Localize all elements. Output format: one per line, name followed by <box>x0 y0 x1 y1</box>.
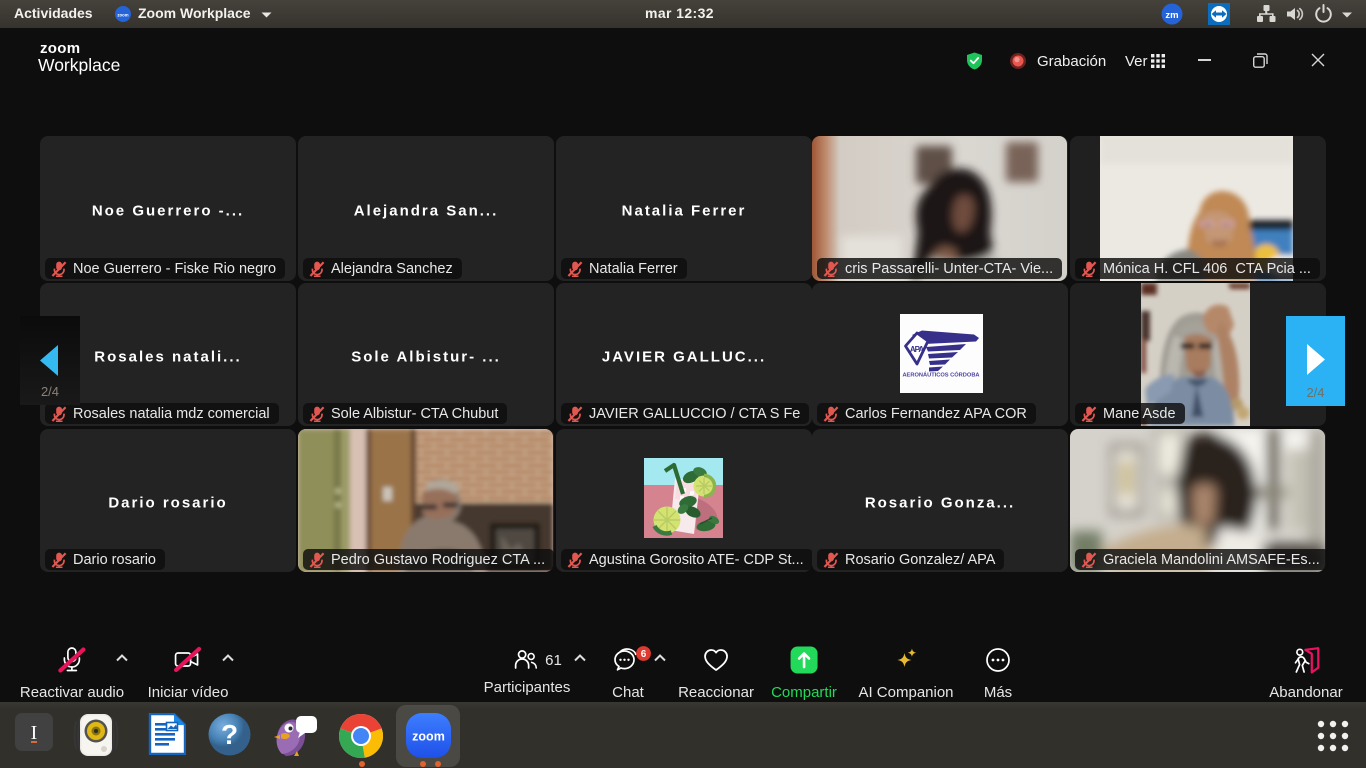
svg-text:APA: APA <box>910 345 925 354</box>
svg-text:zoom: zoom <box>117 13 128 18</box>
svg-text:I: I <box>31 722 38 744</box>
svg-text:zm: zm <box>1165 10 1178 21</box>
svg-text:?: ? <box>221 719 238 750</box>
svg-text:zoom: zoom <box>412 730 445 744</box>
svg-text:6: 6 <box>641 649 647 660</box>
svg-text:AERONÁUTICOS CÓRDOBA: AERONÁUTICOS CÓRDOBA <box>902 371 979 379</box>
